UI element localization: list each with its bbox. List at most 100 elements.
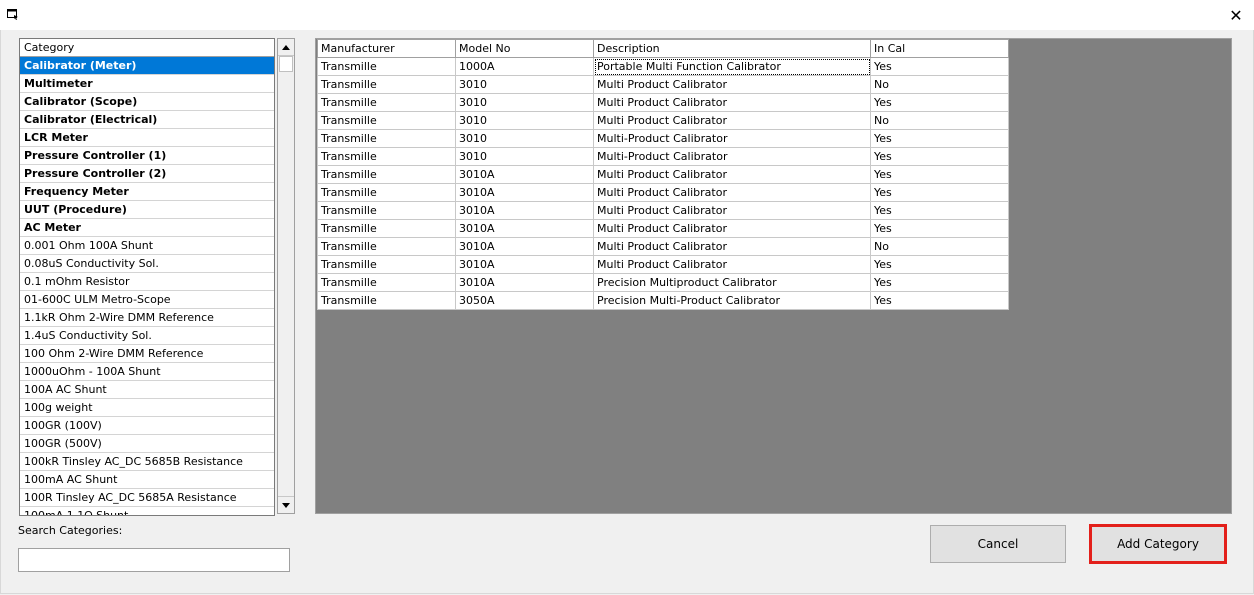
cell-model-no[interactable]: 3010 [455, 129, 594, 148]
category-scrollbar[interactable] [277, 38, 295, 514]
cell-in-cal[interactable]: Yes [870, 183, 1009, 202]
cell-description[interactable]: Portable Multi Function Calibrator [593, 57, 871, 76]
cell-in-cal[interactable]: Yes [870, 93, 1009, 112]
category-item[interactable]: 100mA 1.1Ω Shunt [20, 507, 274, 515]
category-item[interactable]: 100mA AC Shunt [20, 471, 274, 489]
category-item[interactable]: 100GR (100V) [20, 417, 274, 435]
cell-model-no[interactable]: 3010 [455, 111, 594, 130]
category-item[interactable]: 0.08uS Conductivity Sol. [20, 255, 274, 273]
cell-description[interactable]: Multi Product Calibrator [593, 93, 871, 112]
cell-model-no[interactable]: 3050A [455, 291, 594, 310]
cell-manufacturer[interactable]: Transmille [317, 219, 456, 238]
category-item[interactable]: Calibrator (Electrical) [20, 111, 274, 129]
table-row[interactable]: Transmille 3010A Precision Multiproduct Ca… [317, 273, 1009, 292]
table-row[interactable]: Transmille 1000A Portable Multi Function C… [317, 57, 1009, 76]
cell-manufacturer[interactable]: Transmille [317, 201, 456, 220]
category-item[interactable]: 100g weight [20, 399, 274, 417]
cell-manufacturer[interactable]: Transmille [317, 147, 456, 166]
category-item[interactable]: Calibrator (Meter) [20, 57, 274, 75]
cell-in-cal[interactable]: Yes [870, 219, 1009, 238]
cell-model-no[interactable]: 3010A [455, 219, 594, 238]
cell-manufacturer[interactable]: Transmille [317, 57, 456, 76]
cell-in-cal[interactable]: Yes [870, 147, 1009, 166]
cell-in-cal[interactable]: Yes [870, 291, 1009, 310]
table-row[interactable]: Transmille 3010A Multi Product Calibrator Y… [317, 255, 1009, 274]
cell-description[interactable]: Multi Product Calibrator [593, 111, 871, 130]
cell-description[interactable]: Precision Multiproduct Calibrator [593, 273, 871, 292]
table-row[interactable]: Transmille 3010 Multi Product Calibrator Ye… [317, 93, 1009, 112]
cell-description[interactable]: Multi Product Calibrator [593, 219, 871, 238]
category-item[interactable]: 100kR Tinsley AC_DC 5685B Resistance [20, 453, 274, 471]
cell-description[interactable]: Multi Product Calibrator [593, 201, 871, 220]
category-item[interactable]: Frequency Meter [20, 183, 274, 201]
cell-manufacturer[interactable]: Transmille [317, 75, 456, 94]
cell-manufacturer[interactable]: Transmille [317, 291, 456, 310]
cell-manufacturer[interactable]: Transmille [317, 183, 456, 202]
category-item[interactable]: Pressure Controller (1) [20, 147, 274, 165]
cell-model-no[interactable]: 3010A [455, 273, 594, 292]
table-row[interactable]: Transmille 3010A Multi Product Calibrator N… [317, 237, 1009, 256]
category-item[interactable]: Calibrator (Scope) [20, 93, 274, 111]
category-item[interactable]: LCR Meter [20, 129, 274, 147]
category-item[interactable]: 100A AC Shunt [20, 381, 274, 399]
table-row[interactable]: Transmille 3010A Multi Product Calibrator Y… [317, 201, 1009, 220]
table-row[interactable]: Transmille 3010 Multi-Product Calibrator Ye… [317, 147, 1009, 166]
column-header-description[interactable]: Description [593, 39, 871, 58]
category-list[interactable]: Category Calibrator (Meter) Multimeter Cal… [19, 38, 275, 516]
cell-in-cal[interactable]: Yes [870, 129, 1009, 148]
category-item[interactable]: 0.001 Ohm 100A Shunt [20, 237, 274, 255]
cell-model-no[interactable]: 3010 [455, 75, 594, 94]
table-row[interactable]: Transmille 3010 Multi Product Calibrator No [317, 75, 1009, 94]
search-categories-input[interactable] [18, 548, 290, 572]
cell-model-no[interactable]: 3010A [455, 165, 594, 184]
cell-description[interactable]: Multi Product Calibrator [593, 75, 871, 94]
cell-description[interactable]: Multi-Product Calibrator [593, 147, 871, 166]
cell-model-no[interactable]: 3010A [455, 255, 594, 274]
cell-in-cal[interactable]: No [870, 75, 1009, 94]
cell-in-cal[interactable]: Yes [870, 201, 1009, 220]
category-item[interactable]: AC Meter [20, 219, 274, 237]
table-row[interactable]: Transmille 3010A Multi Product Calibrator Y… [317, 219, 1009, 238]
cell-description[interactable]: Multi Product Calibrator [593, 183, 871, 202]
table-row[interactable]: Transmille 3050A Precision Multi-Product C… [317, 291, 1009, 310]
category-item[interactable]: 100R Tinsley AC_DC 5685A Resistance [20, 489, 274, 507]
column-header-in-cal[interactable]: In Cal [870, 39, 1009, 58]
scroll-thumb[interactable] [279, 56, 293, 72]
close-button[interactable]: ✕ [1218, 0, 1254, 30]
cell-manufacturer[interactable]: Transmille [317, 129, 456, 148]
cell-manufacturer[interactable]: Transmille [317, 255, 456, 274]
table-row[interactable]: Transmille 3010A Multi Product Calibrator Y… [317, 183, 1009, 202]
category-item[interactable]: 1.4uS Conductivity Sol. [20, 327, 274, 345]
category-item[interactable]: Multimeter [20, 75, 274, 93]
cell-manufacturer[interactable]: Transmille [317, 111, 456, 130]
scroll-up-button[interactable] [278, 39, 294, 56]
equipment-grid[interactable]: Manufacturer Model No Description In Cal… [317, 39, 1009, 310]
cell-description[interactable]: Precision Multi-Product Calibrator [593, 291, 871, 310]
category-item[interactable]: Pressure Controller (2) [20, 165, 274, 183]
cell-manufacturer[interactable]: Transmille [317, 237, 456, 256]
cell-model-no[interactable]: 1000A [455, 57, 594, 76]
cell-in-cal[interactable]: Yes [870, 57, 1009, 76]
cell-in-cal[interactable]: Yes [870, 165, 1009, 184]
category-item[interactable]: 100GR (500V) [20, 435, 274, 453]
cell-description[interactable]: Multi Product Calibrator [593, 255, 871, 274]
category-item[interactable]: 0.1 mOhm Resistor [20, 273, 274, 291]
category-item[interactable]: 01-600C ULM Metro-Scope [20, 291, 274, 309]
table-row[interactable]: Transmille 3010 Multi Product Calibrator No [317, 111, 1009, 130]
cell-in-cal[interactable]: No [870, 111, 1009, 130]
cell-manufacturer[interactable]: Transmille [317, 273, 456, 292]
column-header-model-no[interactable]: Model No [455, 39, 594, 58]
category-item[interactable]: UUT (Procedure) [20, 201, 274, 219]
cell-model-no[interactable]: 3010 [455, 147, 594, 166]
cell-description[interactable]: Multi Product Calibrator [593, 165, 871, 184]
cell-in-cal[interactable]: Yes [870, 273, 1009, 292]
cell-model-no[interactable]: 3010A [455, 237, 594, 256]
cell-model-no[interactable]: 3010 [455, 93, 594, 112]
column-header-manufacturer[interactable]: Manufacturer [317, 39, 456, 58]
cell-model-no[interactable]: 3010A [455, 201, 594, 220]
cell-manufacturer[interactable]: Transmille [317, 93, 456, 112]
add-category-button[interactable]: Add Category [1091, 525, 1225, 563]
cell-description[interactable]: Multi-Product Calibrator [593, 129, 871, 148]
table-row[interactable]: Transmille 3010A Multi Product Calibrator Y… [317, 165, 1009, 184]
cell-in-cal[interactable]: Yes [870, 255, 1009, 274]
